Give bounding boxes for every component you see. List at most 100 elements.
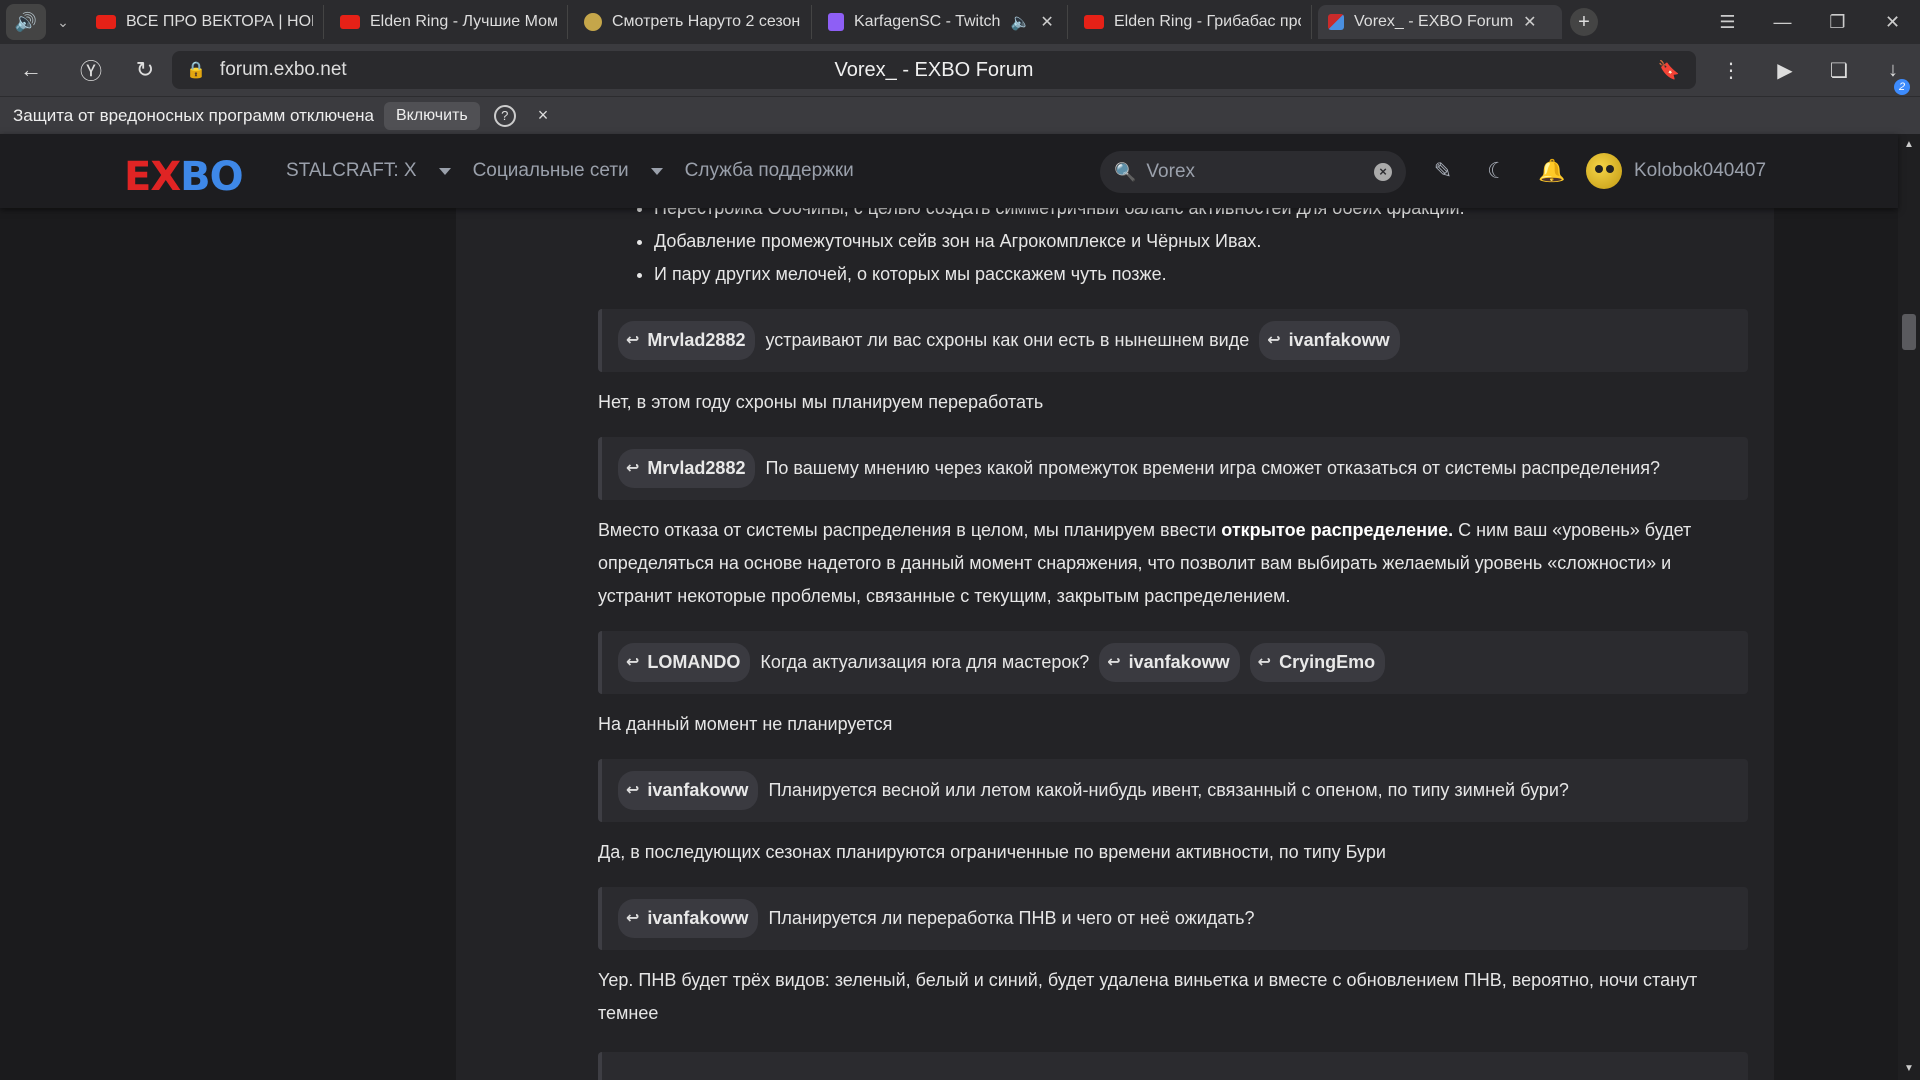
clear-search-icon[interactable]: ×: [1374, 163, 1392, 181]
minimize-icon[interactable]: —: [1755, 12, 1810, 33]
back-arrow-icon[interactable]: ←: [8, 50, 54, 90]
help-icon[interactable]: ?: [493, 104, 516, 127]
new-tab-button[interactable]: +: [1570, 8, 1598, 36]
close-icon[interactable]: ✕: [1040, 12, 1053, 32]
close-icon[interactable]: ✕: [1523, 12, 1536, 32]
quote-block: ↩ ivanfakoww Планируется ли переработка П…: [598, 887, 1748, 950]
quote-block: ↩ ivanfakoww Планируется весной или летом…: [598, 759, 1748, 822]
user-menu[interactable]: Kolobok040407: [1586, 152, 1766, 190]
menu-item-support[interactable]: Служба поддержки: [685, 160, 854, 182]
twitch-icon: [828, 13, 844, 31]
tab-audio-icon[interactable]: 🔊: [6, 4, 46, 40]
mention-chip[interactable]: ↩ LOMANDO: [618, 643, 751, 682]
tab-title: Elden Ring - Грибабас про: [1114, 13, 1301, 30]
username: Kolobok040407: [1634, 160, 1767, 181]
quote-block: ↩ LOMANDO Когда актуализация юга для маст…: [598, 631, 1748, 694]
caret-down-icon: [438, 167, 451, 175]
bold-phrase: открытое распределение.: [1221, 520, 1454, 540]
site-icon: [584, 13, 602, 31]
search-input[interactable]: [1146, 161, 1367, 183]
answer-text: Yep. ПНВ будет трёх видов: зеленый, белы…: [598, 970, 1698, 1023]
tab-title: Elden Ring - Лучшие Мом: [370, 13, 557, 30]
answer-text: Да, в последующих сезонах планируются ог…: [598, 842, 1386, 862]
menu-icon[interactable]: ☰: [1700, 12, 1755, 33]
browser-tab-active[interactable]: Vorex_ - EXBO Forum ✕: [1318, 5, 1562, 39]
infobar-message: Защита от вредоносных программ отключена: [13, 105, 374, 125]
page-scrollbar[interactable]: ▲ ▼: [1898, 134, 1920, 1080]
browser-tab-strip: 🔊 ⌄ ВСЕ ПРО ВЕКТОРА | НОВ Elden Ring - Л…: [0, 0, 1920, 44]
tab-title: ВСЕ ПРО ВЕКТОРА | НОВ: [126, 13, 313, 30]
yandex-icon[interactable]: Ⓨ: [68, 50, 114, 90]
site-header: EXBO STALCRAFT: X Социальные сети Служба…: [0, 134, 1898, 208]
browser-tab[interactable]: Elden Ring - Грибабас про: [1074, 5, 1312, 39]
reply-icon: ↩: [1257, 654, 1272, 671]
reply-icon: ↩: [1107, 654, 1121, 671]
reload-icon[interactable]: ↻: [122, 50, 168, 90]
site-menu: STALCRAFT: X Социальные сети Служба подд…: [286, 134, 854, 208]
menu-item-stalcraft[interactable]: STALCRAFT: X: [286, 160, 451, 182]
video-player-icon[interactable]: ▶: [1758, 58, 1812, 83]
youtube-icon: [1084, 15, 1104, 29]
scroll-thumb[interactable]: [1902, 314, 1916, 350]
reply-icon: ↩: [626, 460, 640, 477]
search-icon: 🔍: [1114, 161, 1137, 182]
page-title: Vorex_ - EXBO Forum: [834, 58, 1034, 81]
exbo-logo[interactable]: EXBO: [124, 154, 244, 200]
address-bar: ← Ⓨ ↻ 🔒 forum.exbo.net Vorex_ - EXBO For…: [0, 44, 1920, 96]
avatar: [1586, 153, 1622, 189]
enable-button[interactable]: Включить: [383, 101, 480, 130]
search-box[interactable]: 🔍 ×: [1100, 151, 1406, 193]
collections-icon[interactable]: ❏: [1812, 58, 1866, 83]
close-icon[interactable]: ×: [538, 105, 549, 126]
reply-icon: ↩: [626, 782, 640, 799]
mention-chip[interactable]: ↩ ivanfakoww: [1099, 643, 1240, 682]
mention-chip[interactable]: ↩ ivanfakoww: [618, 771, 759, 810]
tab-list-chevron-icon[interactable]: ⌄: [46, 4, 80, 40]
caret-down-icon: [650, 167, 663, 175]
scroll-up-arrow-icon[interactable]: ▲: [1898, 134, 1920, 156]
url-bar[interactable]: 🔒 forum.exbo.net Vorex_ - EXBO Forum 🔖: [172, 51, 1696, 89]
bullet-list: Перестройка Обочины, с целью создать сим…: [622, 208, 1748, 291]
more-vertical-icon[interactable]: ⋮: [1704, 58, 1758, 83]
menu-item-social[interactable]: Социальные сети: [473, 160, 663, 182]
browser-tab[interactable]: KarfagenSC - Twitch 🔈 ✕: [818, 5, 1068, 39]
close-window-icon[interactable]: ✕: [1865, 12, 1920, 33]
quote-block: ↩ Mrvlad2882 устраивают ли вас схроны как…: [598, 309, 1748, 372]
bookmark-icon[interactable]: 🔖: [1658, 60, 1680, 81]
browser-tab[interactable]: Смотреть Наруто 2 сезон: [574, 5, 812, 39]
speaker-icon[interactable]: 🔈: [1010, 12, 1030, 32]
question-text: По вашему мнению через какой промежуток …: [765, 458, 1660, 478]
menu-item-label: Социальные сети: [472, 160, 629, 181]
tab-title: Смотреть Наруто 2 сезон: [612, 13, 801, 30]
restore-icon[interactable]: ❐: [1810, 12, 1865, 33]
menu-item-label: Служба поддержки: [684, 160, 854, 181]
quote-block: ↩ Mrvlad2882 По вашему мнению через какой…: [598, 437, 1748, 500]
menu-item-label: STALCRAFT: X: [286, 160, 417, 181]
exbo-icon: [1328, 14, 1344, 30]
downloads-icon[interactable]: ↓ 2: [1866, 59, 1920, 95]
dark-mode-icon[interactable]: ☾: [1484, 158, 1510, 184]
mention-chip[interactable]: ↩ ivanfakoww: [618, 899, 759, 938]
question-text: устраивают ли вас схроны как они есть в …: [765, 330, 1250, 350]
downloads-badge: 2: [1894, 78, 1910, 95]
reply-icon: ↩: [626, 654, 640, 671]
list-item: Перестройка Обочины, с целью создать сим…: [654, 208, 1748, 225]
scroll-down-arrow-icon[interactable]: ▼: [1898, 1058, 1920, 1080]
mention-chip[interactable]: ↩ Mrvlad2882: [618, 449, 756, 488]
quote-block-partial: [598, 1052, 1748, 1080]
list-item: И пару других мелочей, о которых мы расс…: [654, 258, 1748, 291]
mention-chip[interactable]: ↩ CryingEmo: [1249, 643, 1386, 682]
mention-chip[interactable]: ↩ Mrvlad2882: [618, 321, 756, 360]
youtube-icon: [96, 15, 116, 29]
list-item: Добавление промежуточных сейв зон на Агр…: [654, 225, 1748, 258]
page-content: Перестройка Обочины, с целью создать сим…: [0, 208, 1898, 1080]
compose-icon[interactable]: ✎: [1430, 158, 1456, 184]
url-text: forum.exbo.net: [219, 59, 347, 80]
youtube-icon: [340, 15, 360, 29]
browser-tab[interactable]: ВСЕ ПРО ВЕКТОРА | НОВ: [86, 5, 324, 39]
header-icons: ✎ ☾ 🔔: [1430, 134, 1566, 208]
answer-text: Вместо отказа от системы распределения в…: [598, 520, 1692, 606]
browser-tab[interactable]: Elden Ring - Лучшие Мом: [330, 5, 568, 39]
bell-icon[interactable]: 🔔: [1538, 158, 1565, 184]
mention-chip[interactable]: ↩ ivanfakoww: [1259, 321, 1400, 360]
